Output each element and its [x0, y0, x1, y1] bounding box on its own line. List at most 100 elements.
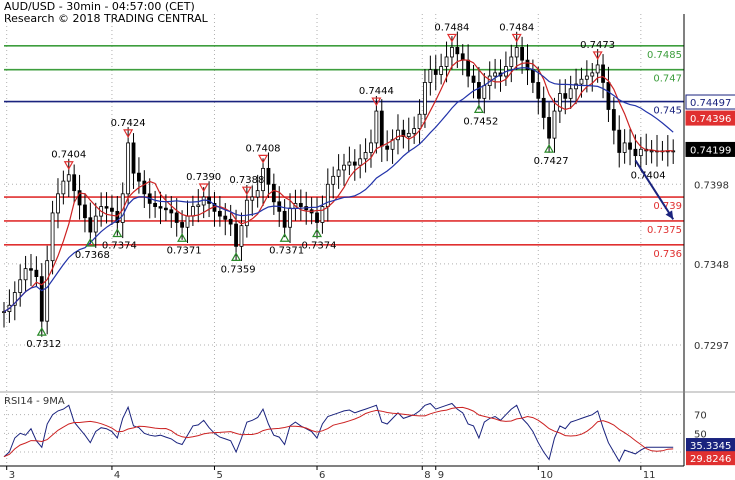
level-label: 0.7485 [647, 50, 682, 61]
candle-body [336, 169, 341, 177]
candle-body [622, 142, 627, 153]
candle-body [584, 75, 589, 80]
candle-body [396, 129, 400, 141]
candle-body [164, 207, 168, 211]
candle-body [169, 209, 174, 214]
candles [2, 31, 676, 337]
candle-body [568, 88, 573, 99]
chart-subtitle: Research © 2018 TRADING CENTRAL [4, 12, 209, 25]
candle-body [579, 78, 584, 85]
candle-body [606, 82, 611, 110]
candle-body [174, 212, 179, 223]
candle-body [477, 82, 481, 99]
candle-body [595, 64, 600, 74]
candle-body [379, 110, 384, 147]
chart-canvas: AUD/USD - 30min - 04:57:00 (CET)Research… [0, 0, 735, 480]
candle-body [536, 82, 541, 99]
high-annotation-label: 0.7424 [111, 118, 146, 129]
candle-body [201, 196, 206, 206]
candle-body [352, 161, 357, 166]
candle-body [61, 180, 66, 195]
day-tick-label: 8 [424, 470, 430, 480]
high-annotation-label: 0.7444 [359, 86, 394, 97]
candle-body [185, 215, 190, 228]
rsi-panel-title: RSI14 - 9MA [4, 396, 65, 407]
candle-body [450, 47, 454, 58]
candle-body [563, 93, 568, 99]
rsi-badge-label: 35.3345 [690, 441, 731, 452]
candle-body [137, 172, 141, 182]
candle-body [590, 72, 595, 77]
candle-body [601, 64, 605, 83]
high-annotation-label: 0.7484 [434, 22, 469, 33]
candle-body [320, 206, 325, 223]
candle-body [45, 260, 50, 322]
level-label: 0.7375 [647, 225, 682, 236]
high-annotation-label: 0.7484 [499, 22, 534, 33]
candle-body [541, 97, 546, 118]
candle-body [255, 190, 260, 198]
level-label: 0.745 [653, 106, 682, 117]
day-tick-label: 10 [540, 470, 553, 480]
rsi-line [3, 402, 674, 463]
candle-body [158, 206, 163, 209]
day-tick-label: 3 [9, 470, 15, 480]
candle-body [385, 145, 390, 150]
price-badge-label: 0.74396 [690, 114, 731, 125]
candle-body [423, 82, 427, 115]
level-label: 0.736 [653, 249, 682, 260]
level-label: 0.747 [653, 74, 682, 85]
day-tick-label: 11 [643, 470, 656, 480]
low-annotation-label: 0.7371 [269, 245, 304, 256]
day-tick-label: 5 [216, 470, 222, 480]
candle-body [239, 225, 244, 247]
candle-body [282, 210, 287, 228]
high-annotation-label: 0.7473 [580, 40, 615, 51]
candle-body [649, 150, 654, 153]
candle-body [217, 210, 222, 217]
candle-body [617, 129, 622, 153]
day-tick-label: 9 [438, 470, 444, 480]
candle-body [369, 142, 373, 153]
candle-body [530, 69, 535, 83]
candle-body [633, 148, 638, 157]
high-annotation-label: 0.7388 [229, 175, 264, 186]
candle-body [180, 222, 184, 228]
low-annotation-label: 0.7427 [534, 156, 569, 167]
candle-body [520, 47, 524, 61]
candle-body [266, 167, 271, 185]
trading-chart: AUD/USD - 30min - 04:57:00 (CET) Research… [0, 0, 735, 480]
candle-body [444, 56, 449, 67]
low-marker-triangle [279, 233, 290, 242]
candle-body [271, 183, 276, 203]
candle-body [331, 175, 336, 185]
price-tick-label: 0.7348 [694, 260, 729, 271]
candle-body [29, 268, 33, 271]
candle-body [250, 196, 255, 201]
candle-body [347, 161, 352, 166]
rsi-tick-label: 70 [694, 411, 707, 422]
candle-body [374, 110, 379, 144]
candle-body [342, 164, 346, 171]
candle-body [482, 85, 487, 99]
candle-body [2, 311, 6, 314]
candle-body [428, 69, 433, 83]
candle-body [460, 53, 465, 61]
candle-body [18, 279, 23, 293]
candle-body [190, 206, 195, 217]
candle-body [509, 56, 514, 67]
candle-body [471, 75, 476, 83]
candle-body [298, 202, 303, 207]
candle-body [466, 59, 471, 77]
low-annotation-label: 0.7452 [463, 116, 498, 127]
candle-body [288, 207, 292, 228]
candle-body [23, 268, 28, 281]
candle-body [110, 207, 114, 212]
candle-body [104, 206, 109, 209]
low-annotation-label: 0.7371 [167, 245, 202, 256]
candle-body [363, 152, 368, 160]
candle-body [638, 148, 643, 157]
candle-body [455, 47, 460, 55]
high-annotation-label: 0.7408 [246, 143, 281, 154]
candle-body [83, 204, 87, 219]
